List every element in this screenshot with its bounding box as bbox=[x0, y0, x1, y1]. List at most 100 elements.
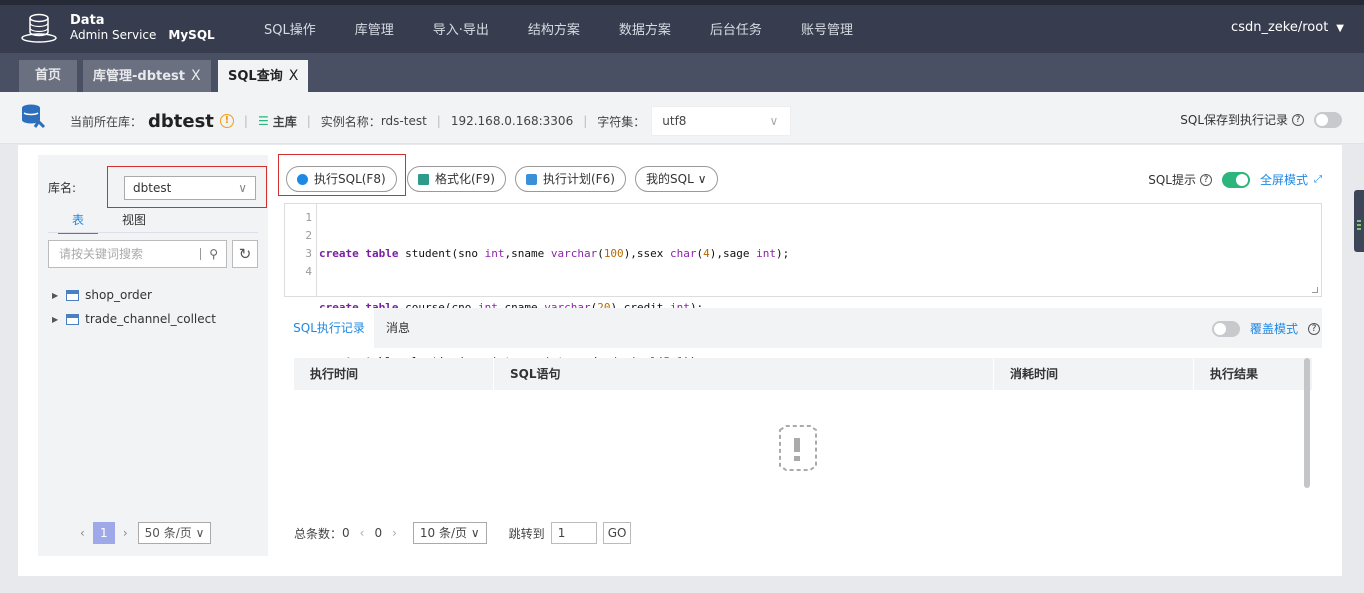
explain-plan-button[interactable]: 执行计划(F6) bbox=[515, 166, 626, 192]
menu-sql-ops[interactable]: SQL操作 bbox=[264, 19, 316, 38]
charset-value: utf8 bbox=[662, 114, 687, 128]
caret-down-icon: ▼ bbox=[1336, 23, 1344, 34]
side-widget-handle[interactable] bbox=[1354, 190, 1364, 252]
instance-label: 实例名称： bbox=[320, 114, 381, 129]
sql-hint-label: SQL提示 bbox=[1148, 173, 1196, 187]
current-db-name: dbtest bbox=[148, 110, 214, 132]
page-size-select[interactable]: 50 条/页 ∨ bbox=[137, 522, 212, 544]
cover-mode-toggle[interactable] bbox=[1211, 320, 1240, 337]
resize-handle[interactable] bbox=[1312, 287, 1318, 293]
total-label: 总条数： bbox=[294, 526, 343, 541]
db-role: 主库 bbox=[272, 114, 297, 129]
tab-tables[interactable]: 表 bbox=[58, 211, 98, 234]
explain-plan-label: 执行计划(F6) bbox=[543, 172, 615, 186]
list-icon: ☰ bbox=[257, 114, 269, 128]
logo-subtitle: Admin Service bbox=[70, 28, 157, 42]
tab-sql-log[interactable]: SQL执行记录 bbox=[284, 308, 374, 348]
help-icon[interactable]: ? bbox=[1292, 113, 1304, 126]
app-logo[interactable]: Data Admin Service MySQL bbox=[20, 12, 215, 44]
user-menu[interactable]: csdn_zeke/root ▼ bbox=[1231, 20, 1344, 35]
col-result[interactable]: 执行结果 bbox=[1194, 358, 1304, 390]
menu-db-manage[interactable]: 库管理 bbox=[355, 19, 394, 38]
tab-sql-query-label: SQL查询 bbox=[228, 69, 283, 84]
execute-sql-button[interactable]: 执行SQL(F8) bbox=[286, 166, 397, 192]
sql-hint-setting: SQL提示 ? 全屏模式 ⤢ bbox=[1148, 171, 1322, 188]
tab-sql-query[interactable]: SQL查询 X bbox=[218, 60, 309, 92]
table-icon bbox=[66, 313, 80, 325]
tab-home[interactable]: 首页 bbox=[19, 60, 77, 92]
go-button[interactable]: GO bbox=[602, 522, 632, 544]
close-icon[interactable]: X bbox=[191, 68, 201, 84]
save-log-label: SQL保存到执行记录 bbox=[1180, 113, 1288, 127]
page-size-value: 50 条/页 bbox=[144, 526, 192, 540]
line-number: 1 bbox=[305, 211, 312, 224]
tab-home-label: 首页 bbox=[34, 68, 61, 83]
table-search-input[interactable]: 请按关键词搜索 ⚲ bbox=[48, 240, 227, 268]
my-sql-label: 我的SQL bbox=[646, 172, 694, 186]
close-icon[interactable]: X bbox=[289, 68, 299, 84]
page-current[interactable]: 1 bbox=[92, 522, 115, 544]
format-label: 格式化(F9) bbox=[435, 172, 495, 186]
tab-bar: 首页 库管理-dbtest X SQL查询 X bbox=[0, 53, 1364, 92]
search-icon[interactable]: ⚲ bbox=[200, 248, 218, 260]
menu-import-export[interactable]: 导入·导出 bbox=[433, 19, 489, 38]
menu-schema-plan[interactable]: 结构方案 bbox=[528, 19, 580, 38]
jump-page-input[interactable]: 1 bbox=[550, 522, 597, 544]
format-button[interactable]: 格式化(F9) bbox=[407, 166, 506, 192]
help-icon[interactable]: ? bbox=[1308, 322, 1320, 335]
col-exec-time[interactable]: 执行时间 bbox=[294, 358, 494, 390]
col-elapsed[interactable]: 消耗时间 bbox=[994, 358, 1194, 390]
table-name: trade_channel_collect bbox=[85, 312, 216, 326]
next-page-icon[interactable]: › bbox=[392, 526, 397, 540]
caret-right-icon[interactable]: ▶ bbox=[52, 315, 58, 324]
table-name: shop_order bbox=[85, 288, 152, 302]
save-log-toggle[interactable] bbox=[1314, 111, 1342, 128]
help-icon[interactable]: ? bbox=[1199, 173, 1212, 186]
line-number: 4 bbox=[305, 265, 312, 278]
prev-page-icon[interactable]: ‹ bbox=[360, 526, 365, 540]
plan-icon bbox=[526, 173, 537, 185]
tab-messages[interactable]: 消息 bbox=[386, 308, 410, 348]
tab-db-manage[interactable]: 库管理-dbtest X bbox=[83, 60, 211, 92]
charset-label: 字符集： bbox=[597, 114, 646, 129]
code-line: create table student(sno int,sname varch… bbox=[319, 247, 790, 260]
sql-hint-toggle[interactable] bbox=[1221, 171, 1250, 188]
line-number: 3 bbox=[305, 247, 312, 260]
charset-select[interactable]: utf8 ∨ bbox=[651, 106, 792, 136]
page-size-select[interactable]: 10 条/页 ∨ bbox=[412, 522, 487, 544]
page-current: 0 bbox=[374, 526, 383, 540]
db-address: 192.168.0.168:3306 bbox=[450, 114, 574, 128]
fullscreen-button[interactable]: 全屏模式 bbox=[1260, 171, 1308, 188]
database-status-icon bbox=[22, 104, 46, 129]
play-icon bbox=[297, 173, 308, 185]
info-circle-icon[interactable]: ! bbox=[219, 114, 234, 128]
caret-right-icon[interactable]: ▶ bbox=[52, 291, 58, 300]
tree-item-trade-channel-collect[interactable]: ▶ trade_channel_collect bbox=[52, 307, 216, 331]
tab-db-manage-label: 库管理-dbtest bbox=[93, 69, 185, 84]
line-numbers: 1 2 3 4 bbox=[285, 209, 315, 281]
tree-item-shop-order[interactable]: ▶ shop_order bbox=[52, 283, 216, 307]
menu-background-tasks[interactable]: 后台任务 bbox=[710, 19, 762, 38]
database-logo-icon bbox=[21, 13, 57, 43]
db-select-value: dbtest bbox=[133, 181, 172, 195]
chevron-down-icon: ∨ bbox=[769, 114, 779, 128]
menu-account-manage[interactable]: 账号管理 bbox=[801, 19, 853, 38]
menu-data-plan[interactable]: 数据方案 bbox=[619, 19, 671, 38]
signal-icon bbox=[1357, 220, 1361, 234]
prev-page-icon[interactable]: ‹ bbox=[80, 526, 85, 540]
sql-editor[interactable]: 1 2 3 4 create table student(sno int,sna… bbox=[284, 203, 1322, 423]
my-sql-dropdown[interactable]: 我的SQL ∨ bbox=[635, 166, 718, 192]
next-page-icon[interactable]: › bbox=[123, 526, 128, 540]
logo-db-type: MySQL bbox=[168, 28, 215, 42]
user-name: csdn_zeke/root bbox=[1231, 20, 1329, 35]
refresh-button[interactable]: ↻ bbox=[232, 240, 258, 268]
table-tree: ▶ shop_order ▶ trade_channel_collect bbox=[52, 283, 216, 331]
table-scrollbar[interactable] bbox=[1304, 358, 1310, 488]
empty-data-icon bbox=[779, 425, 817, 471]
col-sql-statement[interactable]: SQL语句 bbox=[494, 358, 994, 390]
top-navbar: Data Admin Service MySQL SQL操作 库管理 导入·导出 … bbox=[0, 0, 1364, 53]
expand-icon[interactable]: ⤢ bbox=[1314, 174, 1322, 185]
db-select[interactable]: dbtest ∨ bbox=[124, 176, 256, 200]
main-menu: SQL操作 库管理 导入·导出 结构方案 数据方案 后台任务 账号管理 bbox=[264, 19, 892, 38]
tab-views[interactable]: 视图 bbox=[122, 211, 146, 228]
